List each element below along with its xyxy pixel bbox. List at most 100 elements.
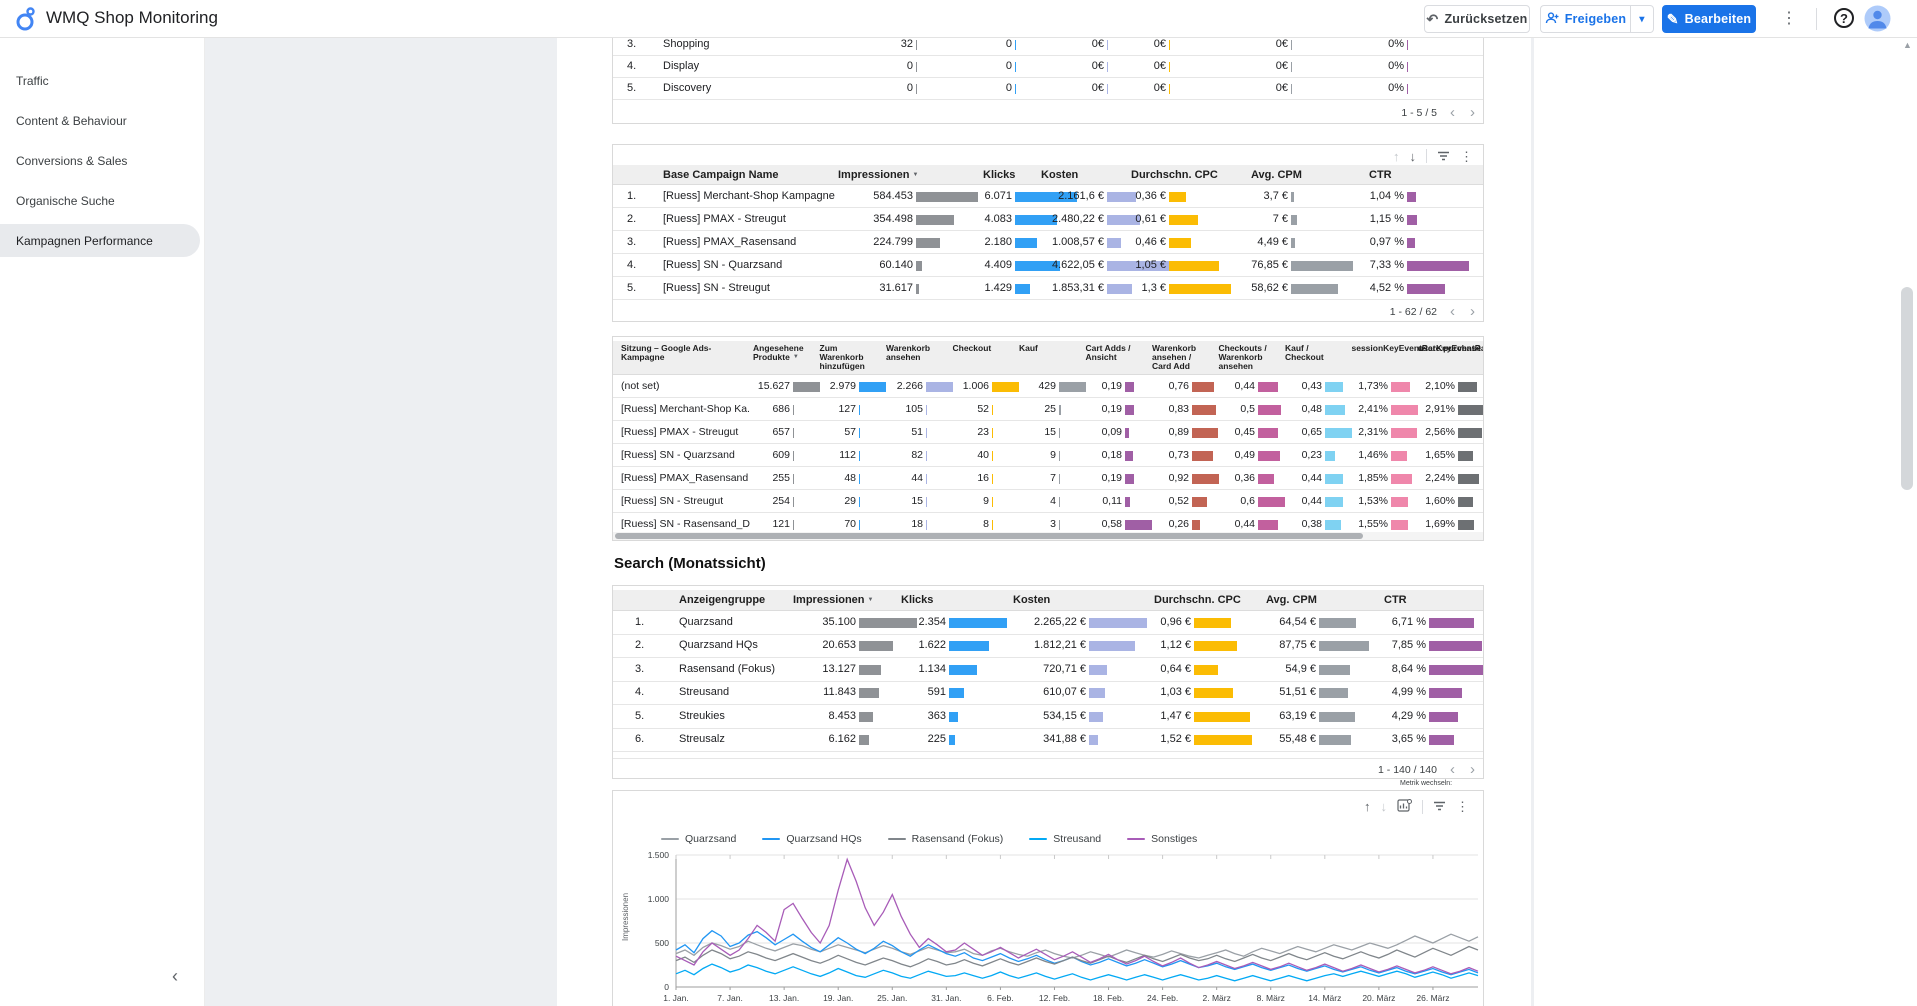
cell-value: 87,75 €	[1206, 639, 1316, 651]
sidebar-item-traffic[interactable]: Traffic	[0, 64, 200, 97]
cell-value: 2.354	[836, 616, 946, 628]
cell-value: 32	[803, 38, 913, 50]
cell-value: 0	[803, 60, 913, 72]
prev-page-icon[interactable]: ‹	[1450, 304, 1455, 319]
cell-value: 354.498	[803, 213, 913, 225]
row-index: 1.	[635, 616, 644, 628]
legend-item[interactable]: Quarzsand HQs	[762, 833, 861, 845]
cell-value: 0%	[1294, 38, 1404, 50]
row-index: 3.	[627, 236, 636, 248]
move-down-icon[interactable]: ↓	[1410, 150, 1417, 163]
next-page-icon[interactable]: ›	[1470, 304, 1475, 319]
cell-value: 1,12 €	[1081, 639, 1191, 651]
cell-bar	[1458, 451, 1473, 461]
share-dropdown-caret[interactable]: ▾	[1630, 5, 1654, 33]
prev-page-icon[interactable]: ‹	[1450, 762, 1455, 777]
cell-value: 225	[836, 733, 946, 745]
axis-tick-label: 8. März	[1257, 993, 1285, 1003]
avatar[interactable]	[1864, 5, 1891, 37]
cell-bar	[1169, 40, 1170, 50]
sidebar-collapse-icon[interactable]: ‹	[172, 966, 178, 987]
cell-value: 2,24%	[1345, 472, 1455, 484]
cell-value: 63,19 €	[1206, 710, 1316, 722]
chart-legend: Quarzsand Quarzsand HQs Rasensand (Fokus) S…	[661, 833, 1197, 845]
column-header[interactable]: Kosten	[1041, 169, 1078, 181]
cell-value: 0,36 €	[1056, 190, 1166, 202]
table-row: [Ruess] PMAX_Rasensand25548441670,190,92…	[613, 467, 1483, 490]
legend-item[interactable]: Rasensand (Fokus)	[888, 833, 1004, 845]
cell-value: 7,85 %	[1316, 639, 1426, 651]
cell-value: 8,64 %	[1316, 663, 1426, 675]
cell-value: 4,49 €	[1178, 236, 1288, 248]
axis-tick-label: 1. Jan.	[663, 993, 689, 1003]
cell-bar	[1458, 497, 1473, 507]
share-button[interactable]: Freigeben	[1540, 5, 1630, 33]
column-header[interactable]: Base Campaign Name	[663, 169, 779, 181]
impressions-timeseries-card: ↑ ↓ ⋮ Quarzsand Quarzsand HQs Rasensand (F…	[612, 790, 1484, 1006]
more-options-icon[interactable]: ⋮	[1776, 6, 1802, 32]
campaign-type-table-card: 3.Shopping3200€0€0€0%4.Display000€0€0€0%…	[612, 38, 1484, 124]
cell-value: 591	[836, 686, 946, 698]
vertical-scrollbar[interactable]	[1899, 38, 1915, 1006]
cell-value: 2,91%	[1345, 403, 1455, 415]
table-row: 5.Discovery000€0€0€0%	[613, 78, 1483, 100]
cell-bar	[1429, 618, 1474, 628]
cell-value: 610,07 €	[976, 686, 1086, 698]
cell-bar	[1458, 405, 1483, 415]
app-header: WMQ Shop Monitoring ↶ Zurücksetzen Freig…	[0, 0, 1917, 38]
column-header[interactable]: CTR	[1369, 169, 1392, 181]
cell-value: 64,54 €	[1206, 616, 1316, 628]
axis-tick-label: 19. Jan.	[823, 993, 853, 1003]
legend-item[interactable]: Sonstiges	[1127, 833, 1197, 845]
legend-item[interactable]: Quarzsand	[661, 833, 736, 845]
cell-value: 1,03 €	[1081, 686, 1191, 698]
change-chart-type-icon[interactable]	[1397, 799, 1412, 814]
sidebar-item-organische-suche[interactable]: Organische Suche	[0, 184, 200, 217]
cell-value: 0,46 €	[1056, 236, 1166, 248]
edit-button[interactable]: ✎ Bearbeiten	[1662, 5, 1756, 33]
cell-value: 7 €	[1178, 213, 1288, 225]
cell-value: 2.265,22 €	[976, 616, 1086, 628]
column-header[interactable]: Avg. CPM	[1251, 169, 1302, 181]
chart-menu-icon[interactable]: ⋮	[1456, 800, 1469, 813]
sidebar-item-kampagnen-performance[interactable]: Kampagnen Performance	[0, 224, 200, 257]
reset-button[interactable]: ↶ Zurücksetzen	[1424, 5, 1530, 33]
column-header[interactable]: Klicks	[983, 169, 1015, 181]
scrollbar-thumb[interactable]	[615, 533, 1363, 539]
scrollbar-thumb[interactable]	[1901, 287, 1913, 490]
header-divider	[1816, 8, 1817, 30]
cell-value: 1,15 %	[1294, 213, 1404, 225]
sidebar-item-content-behaviour[interactable]: Content & Behaviour	[0, 104, 200, 137]
row-index: 1.	[627, 190, 636, 202]
move-up-icon[interactable]: ↑	[1364, 800, 1371, 813]
cell-bar	[1407, 215, 1417, 225]
move-down-icon[interactable]: ↓	[1381, 800, 1388, 813]
filter-icon[interactable]	[1437, 150, 1450, 163]
cell-value: 584.453	[803, 190, 913, 202]
prev-page-icon[interactable]: ‹	[1450, 105, 1455, 120]
row-index: 2.	[627, 213, 636, 225]
cell-value: 341,88 €	[976, 733, 1086, 745]
cell-value: 720,71 €	[976, 663, 1086, 675]
horizontal-scrollbar[interactable]	[613, 532, 1483, 540]
cell-value: 0€	[1056, 82, 1166, 94]
cell-value: 1.622	[836, 639, 946, 651]
page-navigation-sidebar: Traffic Content & Behaviour Conversions & …	[0, 38, 205, 1006]
sidebar-item-conversions-sales[interactable]: Conversions & Sales	[0, 144, 200, 177]
next-page-icon[interactable]: ›	[1470, 762, 1475, 777]
move-up-icon[interactable]: ↑	[1393, 150, 1400, 163]
legend-swatch	[762, 838, 780, 841]
chart-menu-icon[interactable]: ⋮	[1460, 150, 1473, 163]
legend-item[interactable]: Streusand	[1029, 833, 1101, 845]
help-icon[interactable]: ?	[1834, 8, 1854, 28]
filter-icon[interactable]	[1433, 800, 1446, 813]
column-header[interactable]: Durchschn. CPC	[1131, 169, 1218, 181]
row-index: 5.	[627, 282, 636, 294]
column-header[interactable]: Impressionen▼	[838, 169, 918, 181]
cell-bar	[949, 712, 958, 722]
scrollbar-up-icon[interactable]: ▲	[1903, 40, 1912, 50]
legend-swatch	[1029, 838, 1047, 841]
next-page-icon[interactable]: ›	[1470, 105, 1475, 120]
axis-tick-label: 18. Feb.	[1093, 993, 1124, 1003]
cell-bar	[1291, 40, 1292, 50]
